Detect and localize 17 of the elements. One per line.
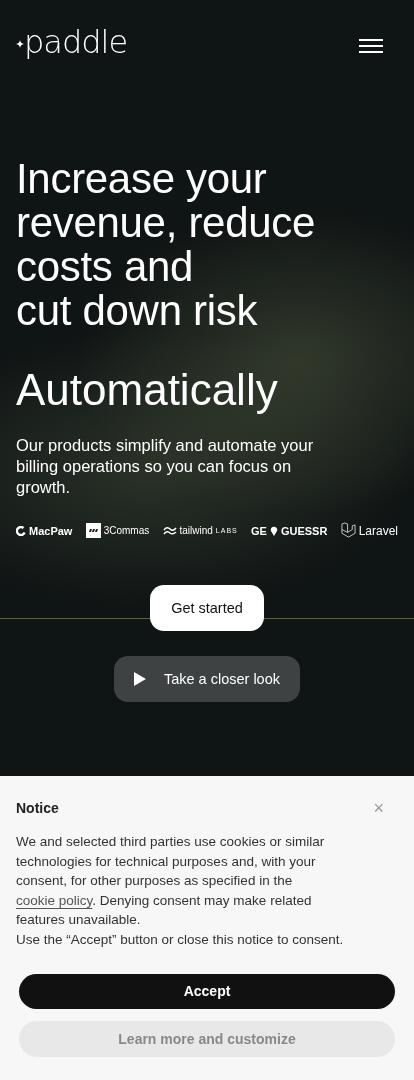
headline: Increase your revenue, reduce costs and cut down risk [16,157,317,333]
customer-logo: GE GUESSR [251,524,328,537]
menu-icon[interactable] [359,36,383,56]
customer-logo: Laravel [340,522,398,539]
customer-logo: MacPaw [16,524,73,537]
play-icon [134,672,146,686]
accept-button[interactable]: Accept [19,973,395,1009]
customer-logo: 3Commas [85,523,150,538]
notice-title: Notice [16,800,59,816]
sparkle-icon [16,40,24,48]
tagline: Automatically [16,365,279,415]
get-started-button[interactable]: Get started [150,585,264,631]
paddle-logo[interactable]: paddle [16,27,128,57]
notice-text: Use the “Accept” button or close this notice to consent. [16,930,345,949]
video-button[interactable]: Take a closer look [114,656,300,702]
notice-text: We and selected third parties use cookies or similar technologies for technical purposes and, with your consent, for other purposes as specified in the cookie policy. Denying consent may make related features unavailable. [16,833,326,930]
subtitle: Our products simplify and automate your billing operations so you can focus on growth. [16,435,315,498]
